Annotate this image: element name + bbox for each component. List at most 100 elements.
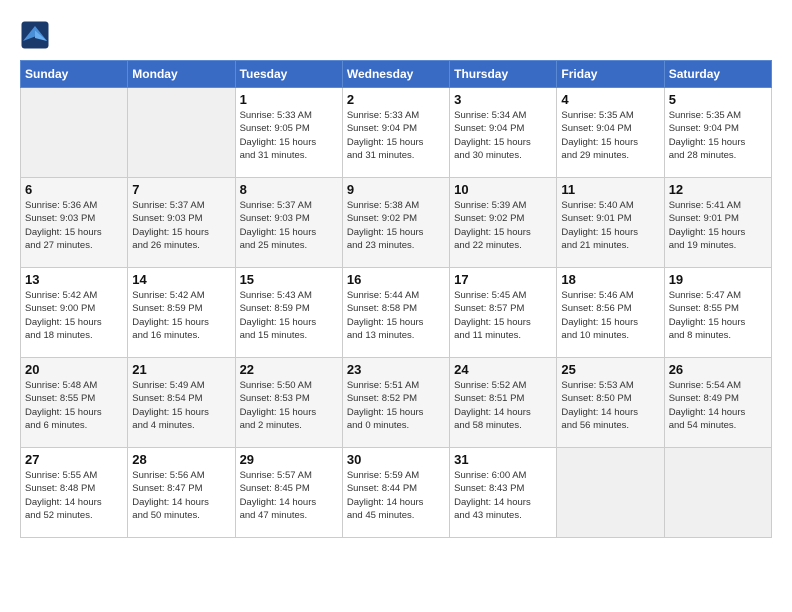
calendar-cell: 7Sunrise: 5:37 AM Sunset: 9:03 PM Daylig… — [128, 178, 235, 268]
day-number: 30 — [347, 452, 445, 467]
calendar-cell: 25 Sunrise: 5:53 AM Sunset: 8:50 PM Dayli… — [557, 358, 664, 448]
calendar-cell: 29 Sunrise: 5:57 AM Sunset: 8:45 PM Dayli… — [235, 448, 342, 538]
calendar-cell: 18 Sunrise: 5:46 AM Sunset: 8:56 PM Dayli… — [557, 268, 664, 358]
logo — [20, 20, 52, 50]
calendar-week-row: 1 Sunrise: 5:33 AM Sunset: 9:05 PM Daylig… — [21, 88, 772, 178]
day-info: Sunrise: 5:43 AM Sunset: 8:59 PM Dayligh… — [240, 289, 338, 342]
day-info: Sunrise: 5:35 AM Sunset: 9:04 PM Dayligh… — [669, 109, 767, 162]
calendar-cell — [557, 448, 664, 538]
day-info: Sunrise: 5:56 AM Sunset: 8:47 PM Dayligh… — [132, 469, 230, 522]
col-header-friday: Friday — [557, 61, 664, 88]
col-header-tuesday: Tuesday — [235, 61, 342, 88]
day-info: Sunrise: 5:57 AM Sunset: 8:45 PM Dayligh… — [240, 469, 338, 522]
day-number: 7 — [132, 182, 230, 197]
day-number: 21 — [132, 362, 230, 377]
day-number: 11 — [561, 182, 659, 197]
calendar-cell: 13 Sunrise: 5:42 AM Sunset: 9:00 PM Dayli… — [21, 268, 128, 358]
day-info: Sunrise: 5:35 AM Sunset: 9:04 PM Dayligh… — [561, 109, 659, 162]
col-header-sunday: Sunday — [21, 61, 128, 88]
day-number: 15 — [240, 272, 338, 287]
day-info: Sunrise: 5:33 AM Sunset: 9:04 PM Dayligh… — [347, 109, 445, 162]
day-number: 24 — [454, 362, 552, 377]
day-info: Sunrise: 6:00 AM Sunset: 8:43 PM Dayligh… — [454, 469, 552, 522]
calendar-cell — [664, 448, 771, 538]
day-info: Sunrise: 5:54 AM Sunset: 8:49 PM Dayligh… — [669, 379, 767, 432]
calendar-cell: 21 Sunrise: 5:49 AM Sunset: 8:54 PM Dayli… — [128, 358, 235, 448]
day-info: Sunrise: 5:37 AM Sunset: 9:03 PM Dayligh… — [240, 199, 338, 252]
calendar-cell: 12 Sunrise: 5:41 AM Sunset: 9:01 PM Dayli… — [664, 178, 771, 268]
calendar-cell: 2Sunrise: 5:33 AM Sunset: 9:04 PM Daylig… — [342, 88, 449, 178]
day-info: Sunrise: 5:42 AM Sunset: 9:00 PM Dayligh… — [25, 289, 123, 342]
logo-icon — [20, 20, 50, 50]
day-info: Sunrise: 5:40 AM Sunset: 9:01 PM Dayligh… — [561, 199, 659, 252]
day-number: 23 — [347, 362, 445, 377]
day-number: 3 — [454, 92, 552, 107]
day-number: 26 — [669, 362, 767, 377]
day-info: Sunrise: 5:49 AM Sunset: 8:54 PM Dayligh… — [132, 379, 230, 432]
calendar-cell: 3Sunrise: 5:34 AM Sunset: 9:04 PM Daylig… — [450, 88, 557, 178]
calendar-cell: 8 Sunrise: 5:37 AM Sunset: 9:03 PM Daylig… — [235, 178, 342, 268]
calendar-cell: 20Sunrise: 5:48 AM Sunset: 8:55 PM Dayli… — [21, 358, 128, 448]
calendar-cell: 16Sunrise: 5:44 AM Sunset: 8:58 PM Dayli… — [342, 268, 449, 358]
calendar-cell: 24 Sunrise: 5:52 AM Sunset: 8:51 PM Dayli… — [450, 358, 557, 448]
day-number: 18 — [561, 272, 659, 287]
day-info: Sunrise: 5:53 AM Sunset: 8:50 PM Dayligh… — [561, 379, 659, 432]
day-info: Sunrise: 5:50 AM Sunset: 8:53 PM Dayligh… — [240, 379, 338, 432]
calendar-cell: 5 Sunrise: 5:35 AM Sunset: 9:04 PM Daylig… — [664, 88, 771, 178]
calendar-week-row: 6Sunrise: 5:36 AM Sunset: 9:03 PM Daylig… — [21, 178, 772, 268]
calendar-cell: 19Sunrise: 5:47 AM Sunset: 8:55 PM Dayli… — [664, 268, 771, 358]
day-number: 14 — [132, 272, 230, 287]
day-number: 28 — [132, 452, 230, 467]
calendar-cell: 31 Sunrise: 6:00 AM Sunset: 8:43 PM Dayli… — [450, 448, 557, 538]
day-info: Sunrise: 5:33 AM Sunset: 9:05 PM Dayligh… — [240, 109, 338, 162]
day-info: Sunrise: 5:38 AM Sunset: 9:02 PM Dayligh… — [347, 199, 445, 252]
col-header-wednesday: Wednesday — [342, 61, 449, 88]
calendar-cell: 1 Sunrise: 5:33 AM Sunset: 9:05 PM Daylig… — [235, 88, 342, 178]
day-number: 5 — [669, 92, 767, 107]
calendar-cell: 27 Sunrise: 5:55 AM Sunset: 8:48 PM Dayli… — [21, 448, 128, 538]
day-info: Sunrise: 5:41 AM Sunset: 9:01 PM Dayligh… — [669, 199, 767, 252]
day-info: Sunrise: 5:52 AM Sunset: 8:51 PM Dayligh… — [454, 379, 552, 432]
day-number: 13 — [25, 272, 123, 287]
calendar-cell: 10Sunrise: 5:39 AM Sunset: 9:02 PM Dayli… — [450, 178, 557, 268]
day-info: Sunrise: 5:59 AM Sunset: 8:44 PM Dayligh… — [347, 469, 445, 522]
calendar-cell: 4 Sunrise: 5:35 AM Sunset: 9:04 PM Daylig… — [557, 88, 664, 178]
calendar-cell: 26 Sunrise: 5:54 AM Sunset: 8:49 PM Dayli… — [664, 358, 771, 448]
day-info: Sunrise: 5:55 AM Sunset: 8:48 PM Dayligh… — [25, 469, 123, 522]
day-number: 29 — [240, 452, 338, 467]
day-info: Sunrise: 5:48 AM Sunset: 8:55 PM Dayligh… — [25, 379, 123, 432]
calendar-cell: 9 Sunrise: 5:38 AM Sunset: 9:02 PM Daylig… — [342, 178, 449, 268]
calendar-cell: 22 Sunrise: 5:50 AM Sunset: 8:53 PM Dayli… — [235, 358, 342, 448]
calendar-cell: 6Sunrise: 5:36 AM Sunset: 9:03 PM Daylig… — [21, 178, 128, 268]
col-header-monday: Monday — [128, 61, 235, 88]
calendar-cell: 28 Sunrise: 5:56 AM Sunset: 8:47 PM Dayli… — [128, 448, 235, 538]
day-info: Sunrise: 5:47 AM Sunset: 8:55 PM Dayligh… — [669, 289, 767, 342]
day-info: Sunrise: 5:46 AM Sunset: 8:56 PM Dayligh… — [561, 289, 659, 342]
day-number: 17 — [454, 272, 552, 287]
day-info: Sunrise: 5:45 AM Sunset: 8:57 PM Dayligh… — [454, 289, 552, 342]
day-number: 9 — [347, 182, 445, 197]
day-number: 4 — [561, 92, 659, 107]
day-info: Sunrise: 5:36 AM Sunset: 9:03 PM Dayligh… — [25, 199, 123, 252]
day-info: Sunrise: 5:44 AM Sunset: 8:58 PM Dayligh… — [347, 289, 445, 342]
calendar-cell — [21, 88, 128, 178]
calendar-cell: 14 Sunrise: 5:42 AM Sunset: 8:59 PM Dayli… — [128, 268, 235, 358]
day-info: Sunrise: 5:51 AM Sunset: 8:52 PM Dayligh… — [347, 379, 445, 432]
day-number: 8 — [240, 182, 338, 197]
day-number: 31 — [454, 452, 552, 467]
day-info: Sunrise: 5:39 AM Sunset: 9:02 PM Dayligh… — [454, 199, 552, 252]
calendar-week-row: 13 Sunrise: 5:42 AM Sunset: 9:00 PM Dayli… — [21, 268, 772, 358]
calendar-cell: 30 Sunrise: 5:59 AM Sunset: 8:44 PM Dayli… — [342, 448, 449, 538]
day-number: 1 — [240, 92, 338, 107]
day-number: 22 — [240, 362, 338, 377]
calendar-cell — [128, 88, 235, 178]
day-number: 12 — [669, 182, 767, 197]
calendar-cell: 15 Sunrise: 5:43 AM Sunset: 8:59 PM Dayli… — [235, 268, 342, 358]
calendar-week-row: 20Sunrise: 5:48 AM Sunset: 8:55 PM Dayli… — [21, 358, 772, 448]
day-info: Sunrise: 5:42 AM Sunset: 8:59 PM Dayligh… — [132, 289, 230, 342]
calendar-table: SundayMondayTuesdayWednesdayThursdayFrid… — [20, 60, 772, 538]
day-number: 27 — [25, 452, 123, 467]
calendar-week-row: 27 Sunrise: 5:55 AM Sunset: 8:48 PM Dayli… — [21, 448, 772, 538]
col-header-thursday: Thursday — [450, 61, 557, 88]
day-number: 25 — [561, 362, 659, 377]
